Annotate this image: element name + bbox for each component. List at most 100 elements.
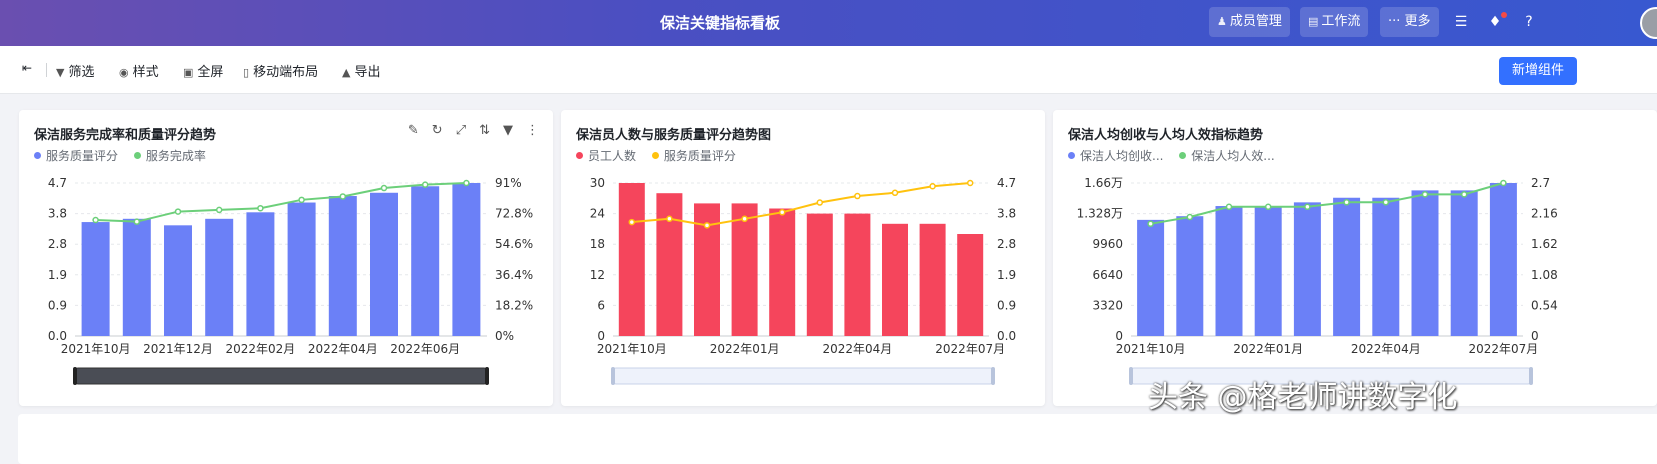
bar xyxy=(806,213,833,336)
y-tick-label: 3.8 xyxy=(48,207,67,221)
y-tick-label: 4.7 xyxy=(48,176,67,190)
top-bar: 保洁关键指标看板 ♟ 成员管理 ▤ 工作流 ··· 更多 ☰ ♦ ? xyxy=(0,0,1657,46)
zoom-slider-handle-left xyxy=(1129,367,1133,385)
x-tick-label: 2021年10月 xyxy=(597,342,667,356)
y2-tick-label: 0% xyxy=(495,329,514,343)
avatar[interactable] xyxy=(1640,7,1657,39)
y2-tick-label: 72.8% xyxy=(495,207,533,221)
mobile-layout-button[interactable]: ▯ 移动端布局 xyxy=(243,61,318,80)
y2-tick-label: 0.0 xyxy=(997,329,1016,343)
bar xyxy=(1215,206,1243,336)
line-point xyxy=(133,218,141,225)
fullscreen-label: 全屏 xyxy=(197,65,224,80)
y-tick-label: 1.9 xyxy=(48,268,67,282)
x-tick-label: 2022年07月 xyxy=(935,342,1005,356)
members-label: 成员管理 xyxy=(1229,14,1282,29)
y-tick-label: 0.9 xyxy=(48,298,67,312)
line-point xyxy=(1147,220,1154,228)
line-point xyxy=(1304,203,1311,211)
line-point xyxy=(215,206,223,214)
y2-tick-label: 1.08 xyxy=(1531,268,1558,282)
y2-tick-label: 0 xyxy=(1531,329,1539,343)
bar xyxy=(205,218,234,336)
export-label: 导出 xyxy=(354,65,381,80)
watermark-text: 头条 @格老师讲数字化 xyxy=(1148,380,1458,415)
bar xyxy=(1450,190,1478,336)
zoom-slider-handle-right xyxy=(1529,367,1533,385)
workflow-button[interactable]: ▤ 工作流 xyxy=(1300,7,1369,37)
x-tick-label: 2021年10月 xyxy=(1116,342,1186,356)
line-point xyxy=(854,192,861,200)
mobile-label: 移动端布局 xyxy=(253,65,319,80)
line-point xyxy=(174,208,182,215)
y-tick-label: 1.328万 xyxy=(1077,207,1123,221)
line-point xyxy=(339,193,347,200)
y-tick-label: 0 xyxy=(1115,329,1123,343)
chart-plot: 0 3320 6640 9960 1.328万 1.66万 0 0.54 1.08 1.62 2.1… xyxy=(1077,176,1558,385)
y-tick-label: 30 xyxy=(590,176,605,190)
bar xyxy=(1411,190,1439,336)
help-icon[interactable]: ? xyxy=(1519,12,1539,32)
members-button[interactable]: ♟ 成员管理 xyxy=(1209,7,1290,37)
line-point xyxy=(666,215,673,223)
bar xyxy=(1293,202,1321,336)
zoom-slider-handle-left xyxy=(73,367,77,385)
line-point xyxy=(1500,179,1507,187)
bar xyxy=(246,212,275,336)
series-line xyxy=(1150,182,1504,225)
y2-tick-label: 91% xyxy=(495,176,522,190)
x-tick-label: 2022年04月 xyxy=(822,342,892,356)
x-tick-label: 2022年01月 xyxy=(1233,342,1303,356)
fullscreen-icon: ▣ xyxy=(183,66,194,79)
chart-card-2: 保洁员人数与服务质量评分趋势图 员工人数 服务质量评分 0 6 12 18 24 30 0.… xyxy=(561,110,1045,406)
y2-tick-label: 2.8 xyxy=(997,237,1016,251)
export-button[interactable]: ▲ 导出 xyxy=(342,61,380,80)
bar xyxy=(164,225,192,336)
line-point xyxy=(1264,203,1272,211)
more-label: ··· 更多 xyxy=(1388,14,1431,29)
y2-tick-label: 36.4% xyxy=(495,268,533,282)
x-tick-label: 2021年12月 xyxy=(143,342,213,356)
bar xyxy=(81,222,110,336)
bar xyxy=(957,234,984,336)
line-point xyxy=(1186,213,1194,221)
line-point xyxy=(891,189,899,197)
x-tick-label: 2022年02月 xyxy=(225,342,295,356)
line-point xyxy=(421,181,429,188)
bar xyxy=(1254,206,1282,336)
y2-tick-label: 54.6% xyxy=(495,237,533,251)
y2-tick-label: 18.2% xyxy=(495,298,533,312)
export-icon: ▲ xyxy=(342,66,351,79)
y-tick-label: 1.66万 xyxy=(1084,176,1123,190)
more-button[interactable]: ··· 更多 xyxy=(1380,7,1439,37)
line-point xyxy=(966,179,974,187)
add-component-button[interactable]: 新增组件 xyxy=(1499,57,1577,85)
bar xyxy=(1372,197,1400,336)
collapse-icon[interactable]: ⇤ xyxy=(22,61,32,75)
y2-tick-label: 2.16 xyxy=(1531,207,1558,221)
bar xyxy=(919,223,946,336)
bar xyxy=(1489,183,1517,336)
member-icon: ♟ xyxy=(1217,15,1227,28)
x-tick-label: 2022年04月 xyxy=(308,342,378,356)
line-point xyxy=(1225,203,1233,211)
series-line xyxy=(95,182,467,223)
y-tick-label: 12 xyxy=(590,268,605,282)
line-point xyxy=(778,209,786,216)
y2-tick-label: 1.9 xyxy=(997,268,1016,282)
bar xyxy=(122,218,151,336)
filter-button[interactable]: ▼ 筛选 xyxy=(56,61,94,80)
line-point xyxy=(741,215,748,223)
bar xyxy=(1176,216,1204,336)
series-line xyxy=(631,182,971,227)
filter-label: 筛选 xyxy=(68,65,95,80)
bar xyxy=(618,183,645,336)
zoom-slider-handle-right xyxy=(485,367,489,385)
list-icon[interactable]: ☰ xyxy=(1451,12,1471,32)
workflow-label: 工作流 xyxy=(1321,14,1361,29)
toolbar: ⇤ ▼ 筛选 ◉ 样式 ▣ 全屏 ▯ 移动端布局 ▲ 导出 新增组件 xyxy=(0,46,1657,94)
style-button[interactable]: ◉ 样式 xyxy=(119,61,159,80)
fullscreen-button[interactable]: ▣ 全屏 xyxy=(183,61,223,80)
y-tick-label: 0.0 xyxy=(48,329,67,343)
workflow-icon: ▤ xyxy=(1308,15,1319,28)
